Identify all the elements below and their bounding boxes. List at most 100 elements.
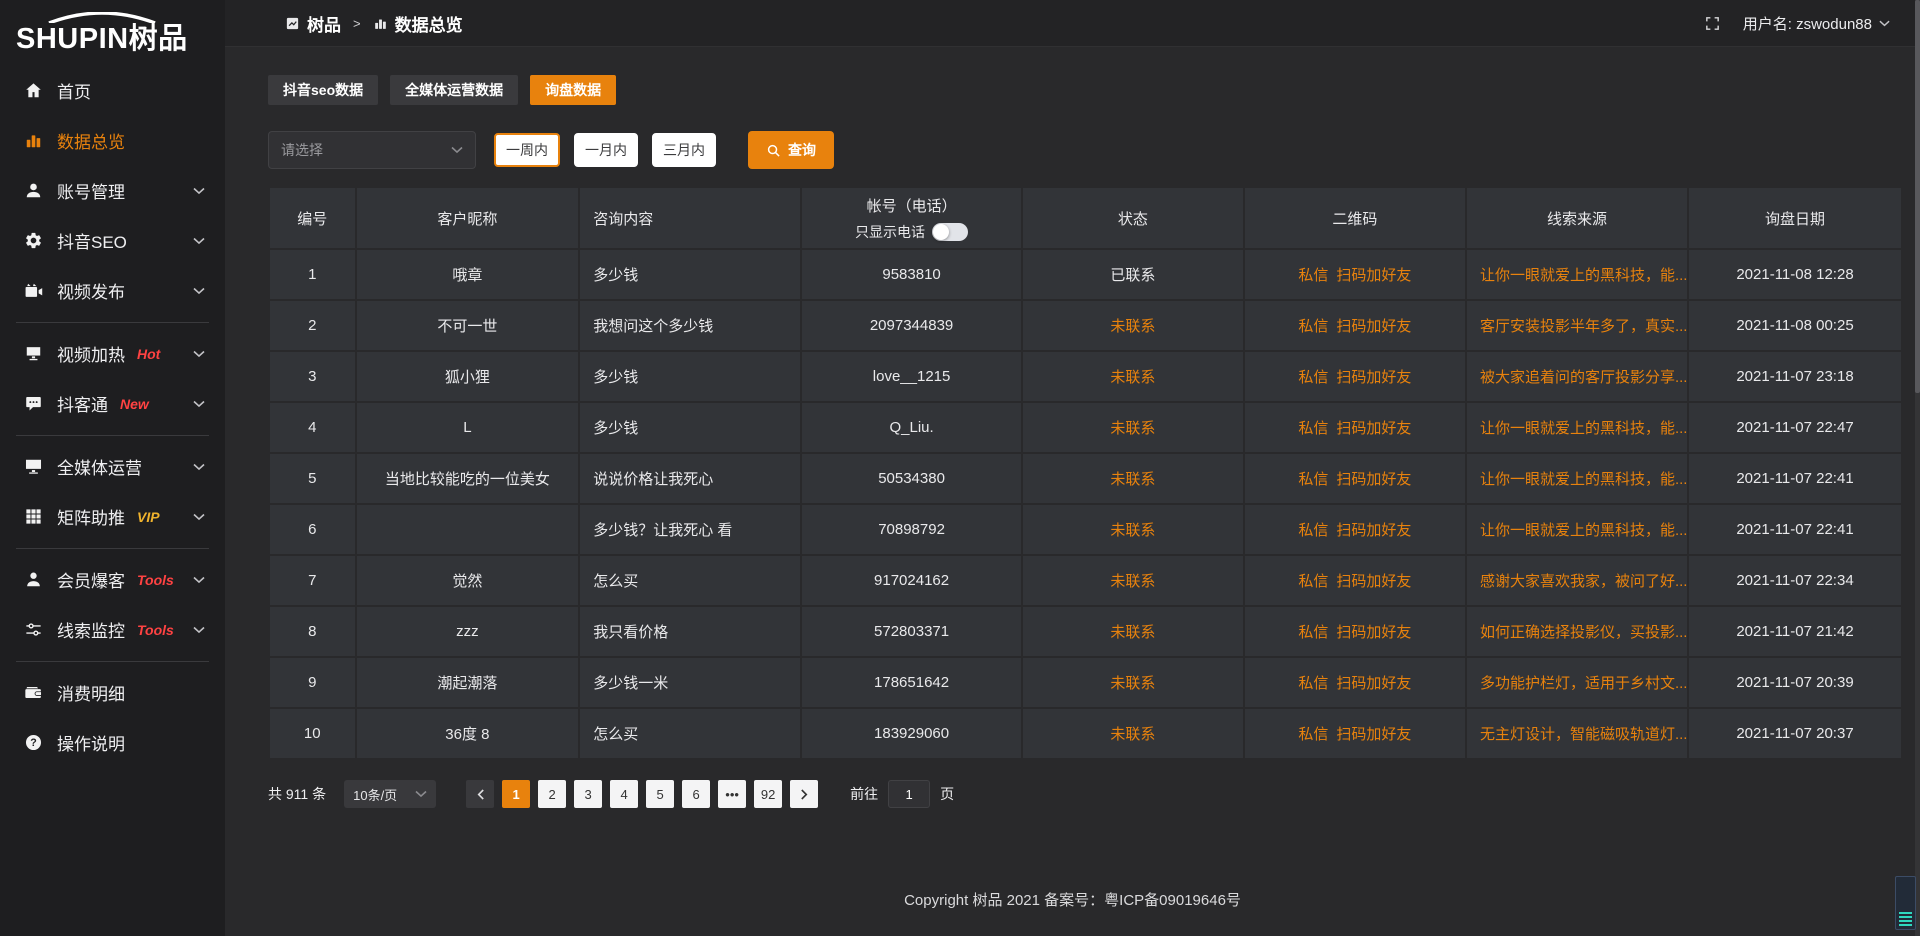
page-button-3[interactable]: 3: [574, 780, 602, 808]
cell-date: 2021-11-07 22:41: [1688, 453, 1902, 504]
sidebar-divider: [16, 661, 209, 662]
private-message-link[interactable]: 私信: [1298, 675, 1328, 692]
period-group: 一周内一月内三月内: [494, 133, 716, 167]
lead-source-link[interactable]: 让你一眼就爱上的黑科技，能...: [1480, 522, 1688, 539]
search-button[interactable]: 查询: [748, 131, 834, 169]
private-message-link[interactable]: 私信: [1298, 420, 1328, 437]
sidebar-item-douketong[interactable]: 抖客通New: [0, 379, 225, 429]
sidebar-item-instructions[interactable]: ?操作说明: [0, 718, 225, 768]
lead-source-link[interactable]: 被大家追着问的客厅投影分享...: [1480, 369, 1688, 386]
tab-douyin-seo-data[interactable]: 抖音seo数据: [268, 75, 378, 105]
private-message-link[interactable]: 私信: [1298, 573, 1328, 590]
goto-page-input[interactable]: [888, 780, 930, 808]
tab-omnimedia-data[interactable]: 全媒体运营数据: [390, 75, 518, 105]
scan-qr-link[interactable]: 扫码加好友: [1336, 675, 1411, 692]
private-message-link[interactable]: 私信: [1298, 267, 1328, 284]
cell-qrcode: 私信扫码加好友: [1244, 606, 1466, 657]
cell-content: 我想问这个多少钱: [579, 300, 801, 351]
sidebar-item-badge: Tools: [137, 622, 174, 638]
lead-source-link[interactable]: 无主灯设计，智能磁吸轨道灯...: [1480, 726, 1688, 743]
sidebar-item-douyin-seo[interactable]: 抖音SEO: [0, 216, 225, 266]
scan-qr-link[interactable]: 扫码加好友: [1336, 267, 1411, 284]
page-button-2[interactable]: 2: [538, 780, 566, 808]
cell-content: 说说价格让我死心: [579, 453, 801, 504]
period-one-month[interactable]: 一月内: [574, 133, 638, 167]
lead-source-link[interactable]: 感谢大家喜欢我家，被问了好...: [1480, 573, 1688, 590]
scan-qr-link[interactable]: 扫码加好友: [1336, 726, 1411, 743]
table-row: 3狐小狸多少钱love__1215未联系私信扫码加好友被大家追着问的客厅投影分享…: [269, 351, 1902, 402]
page-scrollbar[interactable]: [1915, 0, 1920, 936]
sidebar-item-home[interactable]: 首页: [0, 66, 225, 116]
scan-qr-link[interactable]: 扫码加好友: [1336, 318, 1411, 335]
lead-source-link[interactable]: 让你一眼就爱上的黑科技，能...: [1480, 420, 1688, 437]
private-message-link[interactable]: 私信: [1298, 624, 1328, 641]
lead-source-link[interactable]: 让你一眼就爱上的黑科技，能...: [1480, 471, 1688, 488]
scan-qr-link[interactable]: 扫码加好友: [1336, 420, 1411, 437]
lead-source-link[interactable]: 客厅安装投影半年多了，真实...: [1480, 318, 1688, 335]
goto-unit: 页: [940, 784, 954, 804]
cell-content: 多少钱: [579, 351, 801, 402]
sliders-icon: [24, 620, 43, 639]
page-button-1[interactable]: 1: [502, 780, 530, 808]
scan-qr-link[interactable]: 扫码加好友: [1336, 624, 1411, 641]
cell-id: 4: [269, 402, 356, 453]
cell-nickname: 36度 8: [356, 708, 580, 759]
cell-date: 2021-11-07 23:18: [1688, 351, 1902, 402]
user-menu[interactable]: 用户名: zswodun88: [1743, 13, 1890, 34]
scan-qr-link[interactable]: 扫码加好友: [1336, 522, 1411, 539]
lead-source-link[interactable]: 让你一眼就爱上的黑科技，能...: [1480, 267, 1688, 284]
logo-arc: [46, 12, 158, 23]
sidebar-item-account-management[interactable]: 账号管理: [0, 166, 225, 216]
sidebar-item-label: 消费明细: [57, 680, 125, 705]
page-button-92[interactable]: 92: [754, 780, 782, 808]
cell-content: 多少钱一米: [579, 657, 801, 708]
fullscreen-icon[interactable]: [1704, 15, 1721, 32]
lead-source-link[interactable]: 如何正确选择投影仪，买投影...: [1480, 624, 1688, 641]
period-one-week[interactable]: 一周内: [494, 133, 560, 167]
sidebar-divider: [16, 435, 209, 436]
private-message-link[interactable]: 私信: [1298, 471, 1328, 488]
filter-select[interactable]: 请选择: [268, 131, 476, 169]
page-size-select[interactable]: 10条/页: [344, 780, 436, 808]
lead-source-link[interactable]: 多功能护栏灯，适用于乡村文...: [1480, 675, 1688, 692]
cell-id: 5: [269, 453, 356, 504]
sidebar-item-consumption-detail[interactable]: 消费明细: [0, 668, 225, 718]
page-ellipsis[interactable]: •••: [718, 780, 746, 808]
sidebar-item-omni-media[interactable]: 全媒体运营: [0, 442, 225, 492]
breadcrumb-root[interactable]: 树品: [285, 11, 341, 36]
private-message-link[interactable]: 私信: [1298, 318, 1328, 335]
private-message-link[interactable]: 私信: [1298, 369, 1328, 386]
prev-page-button[interactable]: [466, 780, 494, 808]
chevron-down-icon: [451, 146, 463, 154]
user-icon: [24, 181, 43, 200]
page-button-6[interactable]: 6: [682, 780, 710, 808]
phone-only-toggle[interactable]: [932, 223, 968, 241]
scan-qr-link[interactable]: 扫码加好友: [1336, 471, 1411, 488]
page-button-4[interactable]: 4: [610, 780, 638, 808]
private-message-link[interactable]: 私信: [1298, 522, 1328, 539]
private-message-link[interactable]: 私信: [1298, 726, 1328, 743]
app-logo[interactable]: SHUPIN树品: [0, 8, 225, 66]
col-nickname: 客户昵称: [356, 187, 580, 249]
next-page-button[interactable]: [790, 780, 818, 808]
scrollbar-thumb[interactable]: [1915, 0, 1920, 393]
page-button-5[interactable]: 5: [646, 780, 674, 808]
header-right: 用户名: zswodun88: [1704, 13, 1890, 34]
scan-qr-link[interactable]: 扫码加好友: [1336, 369, 1411, 386]
cell-status: 未联系: [1022, 708, 1244, 759]
sidebar-item-video-heating[interactable]: 视频加热Hot: [0, 329, 225, 379]
period-three-months[interactable]: 三月内: [652, 133, 716, 167]
scan-qr-link[interactable]: 扫码加好友: [1336, 573, 1411, 590]
sidebar-item-video-publish[interactable]: 视频发布: [0, 266, 225, 316]
sidebar-item-data-overview[interactable]: 数据总览: [0, 116, 225, 166]
table-row: 1哦章多少钱9583810已联系私信扫码加好友让你一眼就爱上的黑科技，能...2…: [269, 249, 1902, 300]
sidebar-item-lead-monitor[interactable]: 线索监控Tools: [0, 605, 225, 655]
cell-status: 未联系: [1022, 555, 1244, 606]
home-icon: [24, 81, 43, 100]
header: 树品 > 数据总览 用户名: zswodun88: [225, 0, 1920, 47]
sidebar-item-matrix-boost[interactable]: 矩阵助推VIP: [0, 492, 225, 542]
sidebar-item-member-baoke[interactable]: 会员爆客Tools: [0, 555, 225, 605]
cell-nickname: 狐小狸: [356, 351, 580, 402]
tab-inquiry-data[interactable]: 询盘数据: [530, 75, 616, 105]
chevron-down-icon: [193, 237, 205, 245]
